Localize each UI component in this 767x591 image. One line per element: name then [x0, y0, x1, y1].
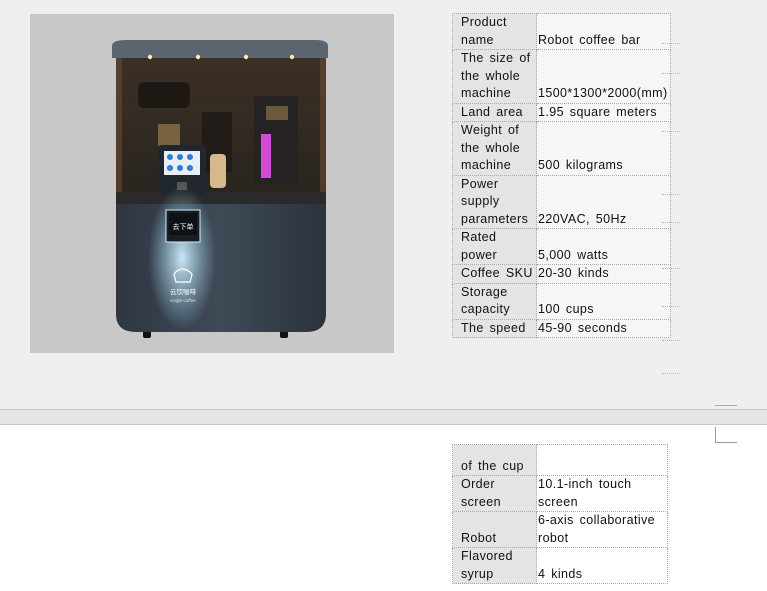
table-row: Power supply parameters 220VAC, 50Hz	[452, 174, 671, 229]
row-guide-line	[662, 268, 680, 269]
spec-value: 4 kinds	[536, 547, 668, 584]
table-row: Flavored syrup 4 kinds	[452, 547, 668, 584]
table-row: Order screen 10.1-inch touch screen	[452, 475, 668, 512]
spec-label: Storage capacity	[452, 282, 537, 320]
spec-label: The size of the whole machine	[452, 49, 537, 104]
spec-label: Land area	[452, 102, 537, 122]
robot-coffee-bar-image: 去下单 云饮咖啡 single coffee	[112, 40, 328, 338]
spec-value: 5,000 watts	[536, 228, 671, 265]
spec-value: 220VAC, 50Hz	[536, 174, 671, 229]
spec-value: 1500*1300*2000(mm)	[536, 49, 671, 104]
spec-label: Flavored syrup	[452, 547, 537, 584]
table-row: Storage capacity 100 cups	[452, 282, 671, 320]
spec-value: 1.95 square meters	[536, 102, 671, 122]
spec-label: Product name	[452, 13, 537, 50]
spec-value	[536, 444, 668, 476]
table-row: Product name Robot coffee bar	[452, 13, 671, 50]
table-row: The size of the whole machine 1500*1300*…	[452, 49, 671, 104]
spec-label: Coffee SKU	[452, 264, 537, 284]
row-guide-line	[662, 73, 680, 74]
spec-label: Power supply parameters	[452, 174, 537, 229]
kiosk-screen-text: 去下单	[173, 222, 194, 231]
spec-value: 500 kilograms	[536, 121, 671, 176]
spec-value: Robot coffee bar	[536, 13, 671, 50]
spec-label: The speed	[452, 318, 537, 338]
page-break	[0, 409, 767, 425]
spec-label: Rated power	[452, 228, 537, 265]
spec-label: Order screen	[452, 475, 537, 512]
table-row: of the cup	[452, 444, 668, 476]
row-guide-line	[662, 306, 680, 307]
spec-value: 45-90 seconds	[536, 318, 671, 338]
row-guide-line	[662, 43, 680, 44]
spec-value: 100 cups	[536, 282, 671, 320]
spec-table-lower: of the cup Order screen 10.1-inch touch …	[452, 444, 668, 584]
page-corner-mark	[715, 405, 737, 409]
spec-label: Robot	[452, 511, 537, 548]
table-row: Coffee SKU 20-30 kinds	[452, 264, 671, 284]
table-row: Land area 1.95 square meters	[452, 102, 671, 122]
row-guide-line	[662, 222, 680, 223]
row-guide-line	[662, 373, 680, 374]
spec-value: 10.1-inch touch screen	[536, 475, 668, 512]
spec-value: 6-axis collaborative robot	[536, 511, 668, 548]
brand-sub-text: single coffee	[170, 298, 196, 303]
table-row: The speed 45-90 seconds	[452, 318, 671, 338]
spec-value: 20-30 kinds	[536, 264, 671, 284]
brand-text: 云饮咖啡	[170, 287, 197, 296]
table-row: Robot 6-axis collaborative robot	[452, 511, 668, 548]
row-guide-line	[662, 194, 680, 195]
spec-table-upper: Product name Robot coffee bar The size o…	[452, 13, 671, 338]
spec-label: Weight of the whole machine	[452, 121, 537, 176]
row-guide-line	[662, 340, 680, 341]
page-corner-mark	[715, 427, 737, 443]
table-row: Rated power 5,000 watts	[452, 228, 671, 265]
row-guide-line	[662, 131, 680, 132]
spec-label: of the cup	[452, 444, 537, 476]
table-row: Weight of the whole machine 500 kilogram…	[452, 121, 671, 176]
product-photo: 去下单 云饮咖啡 single coffee	[30, 14, 394, 353]
